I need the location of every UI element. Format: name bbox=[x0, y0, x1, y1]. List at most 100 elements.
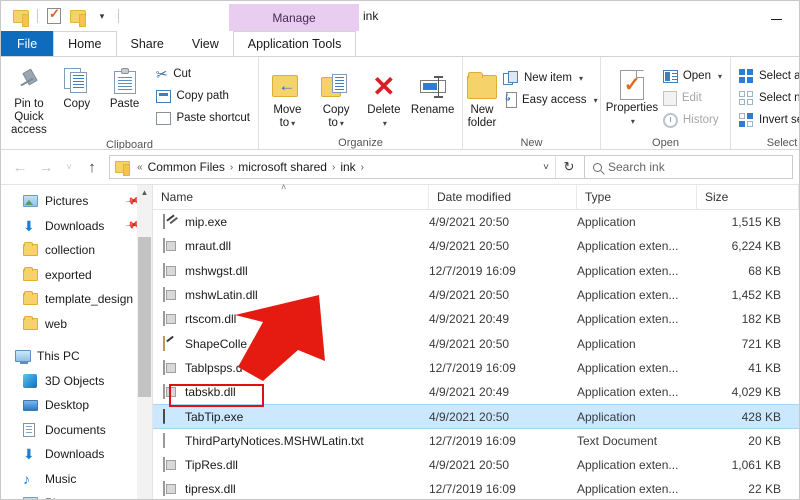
new-folder-label1: New bbox=[470, 104, 494, 116]
open-label: Open bbox=[682, 70, 711, 82]
open-button[interactable]: Open ▾ bbox=[659, 66, 726, 86]
pin-label-line2: access bbox=[11, 124, 47, 136]
column-header-type[interactable]: Type bbox=[577, 184, 697, 210]
sidebar-item-web[interactable]: web bbox=[1, 312, 152, 337]
scrollbar-thumb[interactable] bbox=[138, 237, 151, 397]
breadcrumb-item-ink[interactable]: ink bbox=[337, 160, 358, 174]
tab-application-tools[interactable]: Application Tools bbox=[232, 31, 357, 56]
tab-home[interactable]: Home bbox=[53, 31, 117, 56]
edit-button[interactable]: Edit bbox=[659, 88, 726, 108]
up-button[interactable]: ↑ bbox=[79, 154, 105, 180]
file-name-cell: mip.exe bbox=[153, 214, 429, 230]
search-input[interactable]: Search ink bbox=[585, 155, 793, 179]
minimize-button[interactable] bbox=[754, 1, 799, 31]
table-row[interactable]: ShapeColle 4/9/2021 20:50 Application 72… bbox=[153, 331, 799, 355]
sidebar-item-desktop[interactable]: Desktop bbox=[1, 393, 152, 418]
back-button[interactable]: ← bbox=[7, 154, 33, 180]
tab-view[interactable]: View bbox=[178, 31, 233, 56]
file-type: Application exten... bbox=[577, 482, 679, 497]
new-folder-button[interactable]: New folder bbox=[467, 66, 497, 130]
sidebar-item-pictures[interactable]: Pictures bbox=[1, 491, 152, 499]
ribbon-group-open: ✓ Properties ▾ Open ▾ Edit History Open bbox=[601, 57, 731, 149]
invert-selection-button[interactable]: Invert se bbox=[735, 110, 799, 130]
breadcrumb-dropdown-icon[interactable]: ˅ bbox=[537, 162, 555, 173]
properties-button[interactable]: ✓ Properties ▾ bbox=[605, 64, 659, 128]
sidebar-item-label: template_design bbox=[45, 292, 134, 307]
breadcrumb-separator[interactable]: › bbox=[359, 162, 366, 173]
table-row[interactable]: tipresx.dll 12/7/2019 16:09 Application … bbox=[153, 477, 799, 499]
file-size: 721 KB bbox=[741, 336, 781, 351]
file-name: TipRes.dll bbox=[185, 458, 238, 473]
column-header-name-label: Name bbox=[161, 190, 194, 204]
file-explorer-window: ▾ Manage ink File Home Share View Applic… bbox=[0, 0, 800, 500]
table-row[interactable]: Tablpsps.d 12/7/2019 16:09 Application e… bbox=[153, 356, 799, 380]
folder-icon bbox=[23, 266, 41, 281]
column-header-size[interactable]: Size bbox=[697, 184, 799, 210]
breadcrumb[interactable]: « Common Files › microsoft shared › ink … bbox=[109, 155, 585, 179]
copy-to-button[interactable]: Copy to ▾ bbox=[312, 66, 361, 130]
column-header-date-modified[interactable]: Date modified bbox=[429, 184, 577, 210]
table-row[interactable]: mraut.dll 4/9/2021 20:50 Application ext… bbox=[153, 234, 799, 258]
column-header-name[interactable]: Name ˄ bbox=[153, 182, 429, 210]
breadcrumb-separator[interactable]: › bbox=[330, 162, 337, 173]
sidebar-item-exported[interactable]: exported bbox=[1, 263, 152, 288]
scroll-up-arrow-icon[interactable]: ▲ bbox=[137, 185, 152, 200]
breadcrumb-item-common-files[interactable]: Common Files bbox=[145, 160, 228, 174]
table-row[interactable]: rtscom.dll 4/9/2021 20:49 Application ex… bbox=[153, 307, 799, 331]
file-name: mshwLatin.dll bbox=[185, 288, 258, 303]
new-folder-icon[interactable] bbox=[9, 5, 33, 27]
sidebar-item-documents[interactable]: Documents bbox=[1, 418, 152, 443]
tab-share[interactable]: Share bbox=[117, 31, 178, 56]
select-none-button[interactable]: Select n bbox=[735, 88, 799, 108]
rename-button[interactable]: Rename bbox=[407, 66, 458, 117]
breadcrumb-item-microsoft-shared[interactable]: microsoft shared bbox=[235, 160, 330, 174]
window-controls bbox=[754, 1, 799, 31]
tab-file[interactable]: File bbox=[1, 31, 54, 56]
dll-icon bbox=[162, 457, 178, 473]
sidebar-item-this-pc[interactable]: This PC bbox=[1, 344, 152, 369]
new-item-button[interactable]: New item ▾ bbox=[499, 68, 602, 88]
sidebar-item-pictures-quick[interactable]: Pictures 📌 bbox=[1, 189, 152, 214]
file-name-cell: ThirdPartyNotices.MSHWLatin.txt bbox=[153, 432, 429, 449]
breadcrumb-separator[interactable]: › bbox=[228, 162, 235, 173]
sidebar-item-collection[interactable]: collection bbox=[1, 238, 152, 263]
table-row[interactable]: ThirdPartyNotices.MSHWLatin.txt 12/7/201… bbox=[153, 429, 799, 453]
pin-icon bbox=[17, 64, 41, 98]
title-bar: ▾ Manage ink bbox=[1, 1, 799, 31]
copy-button[interactable]: Copy bbox=[53, 60, 101, 111]
paste-button[interactable]: Paste bbox=[101, 60, 149, 111]
file-date: 4/9/2021 20:50 bbox=[429, 215, 510, 230]
file-date: 12/7/2019 16:09 bbox=[429, 433, 516, 448]
paste-shortcut-button[interactable]: Paste shortcut bbox=[152, 108, 254, 128]
easy-access-button[interactable]: ↳ Easy access ▾ bbox=[499, 90, 602, 110]
navigation-scrollbar[interactable]: ▲ bbox=[137, 185, 152, 499]
recent-locations-button[interactable]: ˅ bbox=[59, 154, 79, 180]
sidebar-item-downloads-quick[interactable]: ⬇ Downloads 📌 bbox=[1, 214, 152, 239]
file-name-cell: tabskb.dll bbox=[153, 384, 429, 400]
sidebar-item-downloads[interactable]: ⬇ Downloads bbox=[1, 442, 152, 467]
delete-button[interactable]: ✕ Delete ▾ bbox=[361, 66, 408, 130]
rename-icon bbox=[418, 70, 448, 104]
cut-button[interactable]: ✂ Cut bbox=[152, 64, 254, 84]
move-to-button[interactable]: ← Move to ▾ bbox=[263, 66, 312, 130]
sidebar-item-3d-objects[interactable]: 3D Objects bbox=[1, 369, 152, 394]
forward-button[interactable]: → bbox=[33, 154, 59, 180]
table-row[interactable]: mshwLatin.dll 4/9/2021 20:50 Application… bbox=[153, 283, 799, 307]
pin-to-quick-access-button[interactable]: Pin to Quick access bbox=[5, 60, 53, 137]
table-row[interactable]: mshwgst.dll 12/7/2019 16:09 Application … bbox=[153, 259, 799, 283]
sidebar-item-music[interactable]: ♪ Music bbox=[1, 467, 152, 492]
table-row[interactable]: tabskb.dll 4/9/2021 20:49 Application ex… bbox=[153, 380, 799, 404]
history-button[interactable]: History bbox=[659, 110, 726, 130]
table-row[interactable]: TipRes.dll 4/9/2021 20:50 Application ex… bbox=[153, 453, 799, 477]
table-row[interactable]: mip.exe 4/9/2021 20:50 Application 1,515… bbox=[153, 210, 799, 234]
select-all-button[interactable]: Select al bbox=[735, 66, 799, 86]
folder-icon[interactable] bbox=[66, 5, 90, 27]
copy-path-button[interactable]: Copy path bbox=[152, 86, 254, 106]
properties-icon[interactable] bbox=[42, 5, 66, 27]
customize-caret-icon[interactable]: ▾ bbox=[90, 5, 114, 27]
table-row-selected[interactable]: TabTip.exe 4/9/2021 20:50 Application 42… bbox=[153, 404, 799, 429]
sidebar-item-template-design[interactable]: template_design bbox=[1, 287, 152, 312]
breadcrumb-overflow[interactable]: « bbox=[135, 162, 145, 173]
file-date: 4/9/2021 20:49 bbox=[429, 312, 510, 327]
refresh-button[interactable]: ↻ bbox=[556, 155, 582, 179]
